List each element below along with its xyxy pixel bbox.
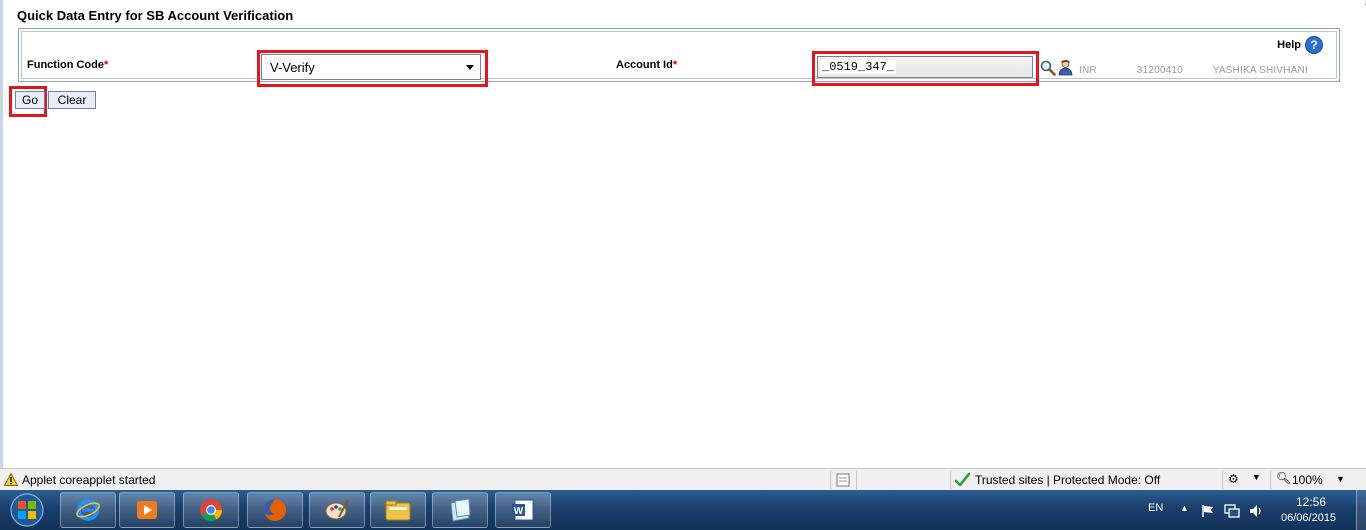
search-icon[interactable] [1040, 60, 1056, 76]
start-button-icon[interactable] [8, 492, 46, 528]
account-id-label-text: Account Id [616, 59, 673, 71]
chevron-down-icon[interactable] [466, 65, 474, 70]
notes-icon[interactable] [432, 492, 488, 528]
clock-time[interactable]: 12:56 [1296, 495, 1326, 509]
volume-icon[interactable] [1249, 504, 1263, 518]
account-holder-name: YASHIKA SHIVHANI [1212, 65, 1308, 76]
chevron-down-icon[interactable]: ▼ [1252, 472, 1261, 482]
windows-taskbar: W EN ▲ 12:56 06/06/2015 [0, 490, 1366, 530]
page-content: Quick Data Entry for SB Account Verifica… [0, 0, 1365, 468]
account-id-value: _0519_347_ [820, 60, 897, 74]
zoom-icon[interactable]: 🔍︎ [1276, 471, 1291, 485]
browser-status-bar: Applet coreapplet started Trusted sites … [0, 468, 1366, 491]
function-code-select[interactable]: V-Verify [261, 54, 481, 80]
security-zone[interactable]: Trusted sites | Protected Mode: Off [975, 473, 1160, 487]
function-code-label: Function Code* [27, 59, 108, 71]
clear-button[interactable]: Clear [48, 91, 96, 109]
account-id-label: Account Id* [616, 59, 677, 71]
checkmark-icon [955, 473, 970, 487]
help-link[interactable]: Help ? [1277, 36, 1323, 54]
show-desktop-button[interactable] [1356, 490, 1366, 530]
go-button[interactable]: Go [15, 91, 45, 109]
account-ref: 31200410 [1136, 65, 1183, 76]
zoom-dropdown-icon[interactable]: ▼ [1336, 474, 1345, 484]
word-icon[interactable]: W [495, 492, 551, 528]
help-label[interactable]: Help [1277, 39, 1301, 51]
required-marker: * [104, 59, 109, 71]
media-player-icon[interactable] [119, 492, 175, 528]
show-hidden-icons-icon[interactable]: ▲ [1180, 503, 1189, 513]
account-id-input[interactable]: _0519_347_ [817, 56, 1033, 78]
page-title: Quick Data Entry for SB Account Verifica… [17, 8, 294, 23]
function-code-value: V-Verify [270, 59, 315, 75]
customer-lookup-icon[interactable] [1058, 59, 1073, 76]
help-icon[interactable]: ? [1305, 36, 1323, 54]
account-currency: INR [1079, 65, 1097, 76]
gear-icon[interactable]: ⚙ [1228, 472, 1239, 486]
language-indicator[interactable]: EN [1148, 502, 1163, 514]
required-marker: * [672, 59, 678, 71]
zoom-level[interactable]: 100% [1292, 473, 1323, 487]
warning-icon [4, 473, 18, 486]
page-icon[interactable] [836, 473, 850, 487]
paint-icon[interactable] [309, 492, 365, 528]
internet-explorer-icon[interactable] [60, 492, 116, 528]
account-details: INR 31200410 YASHIKA SHIVHANI [1079, 65, 1308, 76]
action-center-flag-icon[interactable] [1201, 504, 1215, 518]
clock-date[interactable]: 06/06/2015 [1281, 512, 1336, 524]
status-message: Applet coreapplet started [22, 473, 156, 487]
file-explorer-icon[interactable] [370, 492, 426, 528]
svg-text:W: W [514, 506, 524, 517]
function-code-label-text: Function Code [27, 59, 104, 71]
network-icon[interactable] [1224, 504, 1240, 518]
chrome-icon[interactable] [183, 492, 239, 528]
firefox-icon[interactable] [247, 492, 303, 528]
